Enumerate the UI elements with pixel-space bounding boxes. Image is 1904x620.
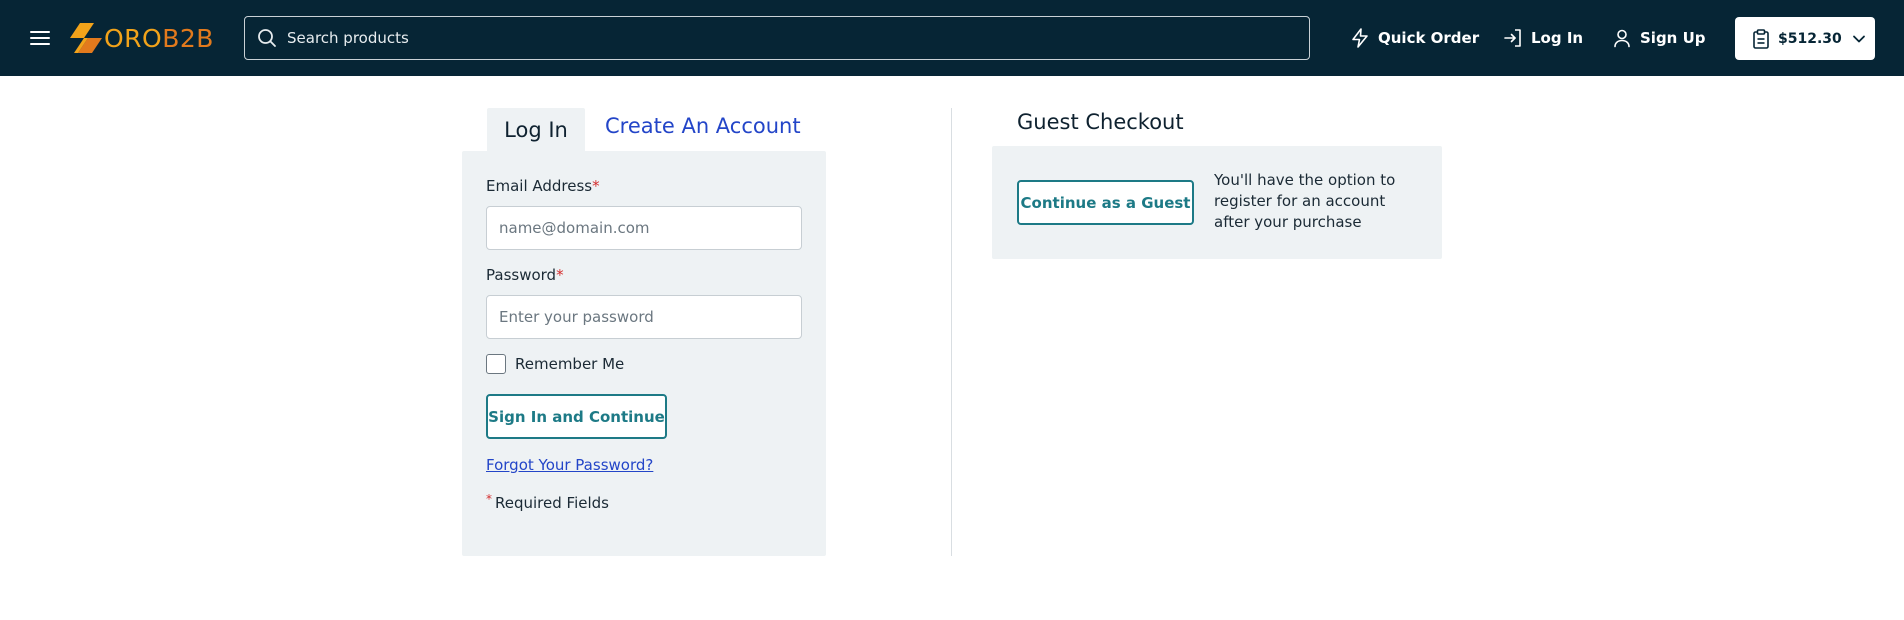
- menu-icon[interactable]: [28, 27, 52, 49]
- tab-login[interactable]: Log In: [487, 108, 585, 152]
- required-mark: *: [592, 177, 600, 195]
- cart-total: $512.30: [1778, 30, 1842, 47]
- clipboard-icon: [1753, 28, 1769, 49]
- tab-create-account[interactable]: Create An Account: [605, 114, 801, 138]
- header-signup-link[interactable]: Sign Up: [1612, 26, 1706, 50]
- continue-as-guest-button[interactable]: Continue as a Guest: [1017, 180, 1194, 225]
- search-bar: [244, 16, 1310, 60]
- search-input[interactable]: [287, 29, 1267, 47]
- email-label: Email Address*: [486, 177, 600, 195]
- header-login-link[interactable]: Log In: [1503, 26, 1583, 50]
- remember-me-label[interactable]: Remember Me: [515, 355, 624, 373]
- user-icon: [1614, 29, 1630, 48]
- password-label: Password*: [486, 266, 564, 284]
- guest-checkout-panel: Continue as a Guest You'll have the opti…: [992, 146, 1442, 259]
- logo-mark-icon: [70, 23, 102, 53]
- logo[interactable]: OROB2B: [70, 19, 214, 57]
- guest-checkout-title: Guest Checkout: [1017, 110, 1184, 134]
- forgot-password-link[interactable]: Forgot Your Password?: [486, 456, 653, 474]
- top-header: OROB2B Quick Order Log In Sign Up: [0, 0, 1904, 76]
- guest-checkout-note: You'll have the option to register for a…: [1214, 171, 1396, 231]
- logo-text: OROB2B: [104, 23, 214, 53]
- login-form: Email Address* Password* Remember Me Sig…: [462, 151, 826, 556]
- remember-me-checkbox[interactable]: [486, 354, 506, 374]
- password-field[interactable]: [486, 295, 802, 339]
- header-login-label: Log In: [1531, 29, 1584, 47]
- header-signup-label: Sign Up: [1640, 29, 1706, 47]
- chevron-down-icon: [1852, 35, 1865, 42]
- required-fields-note: * Required Fields: [486, 492, 609, 512]
- search-icon: [258, 29, 276, 47]
- quick-order-link[interactable]: Quick Order: [1350, 26, 1479, 50]
- required-mark: *: [556, 266, 564, 284]
- login-icon: [1504, 29, 1521, 47]
- cart-button[interactable]: $512.30: [1735, 17, 1875, 60]
- email-field[interactable]: [486, 206, 802, 250]
- divider: [951, 108, 952, 556]
- quick-order-label: Quick Order: [1378, 29, 1480, 47]
- required-mark: *: [486, 492, 492, 506]
- lightning-icon: [1352, 28, 1368, 48]
- remember-me: Remember Me: [486, 354, 624, 374]
- sign-in-button[interactable]: Sign In and Continue: [486, 394, 667, 439]
